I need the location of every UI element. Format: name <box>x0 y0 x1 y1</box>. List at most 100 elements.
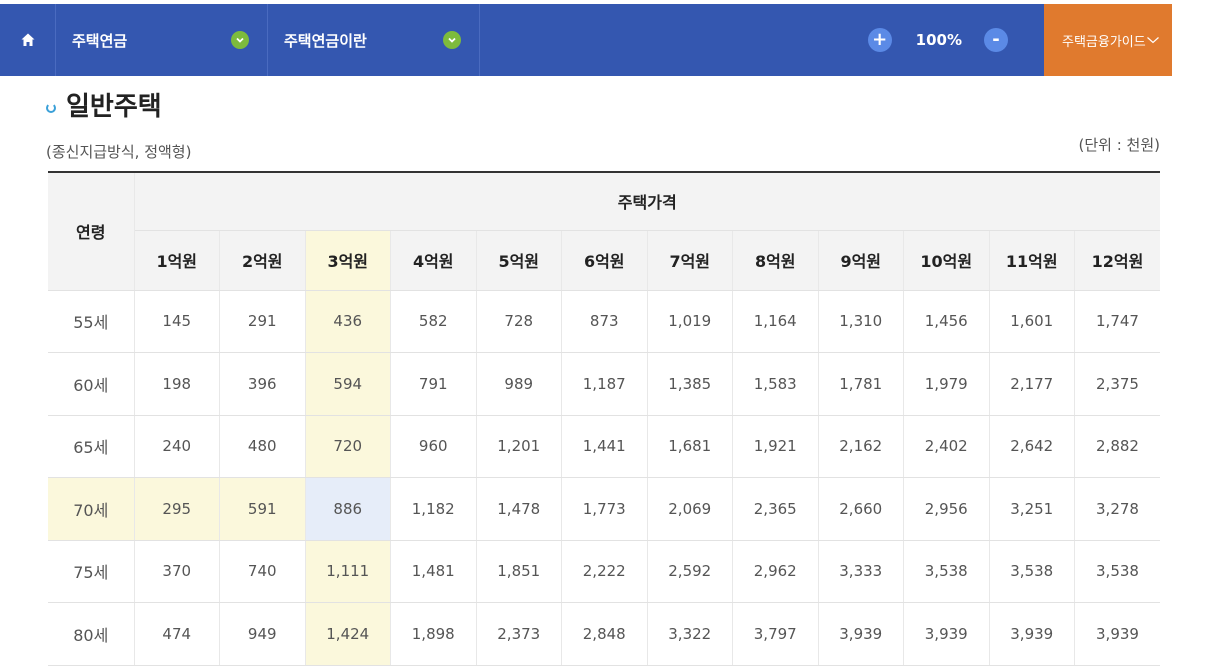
price-column-header: 4억원 <box>390 230 477 291</box>
value-cell: 1,201 <box>476 415 562 478</box>
zoom-in-button[interactable]: + <box>867 28 892 52</box>
value-cell: 594 <box>305 352 391 416</box>
value-cell: 1,851 <box>476 540 562 603</box>
table-row: 60세 198 396 594 791 989 1,187 1,385 1,583 1,781 1,… <box>48 352 1160 416</box>
value-cell: 2,222 <box>561 540 648 603</box>
value-cell: 396 <box>219 352 306 416</box>
value-cell: 3,939 <box>1074 602 1160 666</box>
value-cell: 198 <box>134 352 220 416</box>
value-cell: 480 <box>219 415 306 478</box>
age-cell: 75세 <box>48 540 135 603</box>
table-row: 65세 240 480 720 960 1,201 1,441 1,681 1,921 2,162… <box>48 415 1160 478</box>
value-cell: 2,956 <box>903 477 990 541</box>
value-cell: 2,848 <box>561 602 648 666</box>
breadcrumb-level-2[interactable]: 주택연금이란 <box>268 4 480 76</box>
value-cell: 582 <box>390 290 477 353</box>
age-cell: 80세 <box>48 602 135 666</box>
price-column-header: 5억원 <box>476 230 562 291</box>
value-cell: 1,385 <box>647 352 733 416</box>
value-cell: 3,538 <box>1074 540 1160 603</box>
value-cell: 3,251 <box>989 477 1075 541</box>
price-column-header: 12억원 <box>1074 230 1160 291</box>
zoom-control: + 100% - <box>867 4 1008 76</box>
value-cell: 240 <box>134 415 220 478</box>
zoom-level: 100% <box>915 31 962 49</box>
value-cell: 591 <box>219 477 306 541</box>
chevron-down-icon[interactable] <box>443 31 461 49</box>
value-cell: 1,781 <box>818 352 904 416</box>
value-cell: 3,939 <box>989 602 1075 666</box>
value-cell: 1,773 <box>561 477 648 541</box>
section-title-text: 일반주택 <box>66 92 162 122</box>
value-cell: 1,481 <box>390 540 477 603</box>
value-cell: 1,583 <box>732 352 819 416</box>
section-subtitle: (종신지급방식, 정액형) <box>46 143 192 161</box>
value-cell: 720 <box>305 415 391 478</box>
age-column-header: 연령 <box>48 172 135 291</box>
value-cell: 2,373 <box>476 602 562 666</box>
value-cell: 1,182 <box>390 477 477 541</box>
value-cell: 2,962 <box>732 540 819 603</box>
value-cell: 989 <box>476 352 562 416</box>
price-group-header: 주택가격 <box>134 172 1160 231</box>
table-row: 70세 295 591 886 1,182 1,478 1,773 2,069 2,365 2,6… <box>48 477 1160 541</box>
price-column-header: 7억원 <box>647 230 733 291</box>
unit-label: (단위 : 천원) <box>1078 136 1161 154</box>
home-icon <box>21 33 34 46</box>
chevron-down-icon <box>1147 37 1159 44</box>
value-cell: 3,797 <box>732 602 819 666</box>
value-cell: 1,456 <box>903 290 990 353</box>
value-cell: 2,162 <box>818 415 904 478</box>
value-cell: 873 <box>561 290 648 353</box>
chevron-down-icon[interactable] <box>231 31 249 49</box>
price-header-row: 1억원 2억원 3억원 4억원 5억원 6억원 7억원 8억원 9억원 10억원 11억원 12억원 <box>48 230 1160 291</box>
price-column-header: 6억원 <box>561 230 648 291</box>
age-cell: 65세 <box>48 415 135 478</box>
value-cell: 474 <box>134 602 220 666</box>
value-cell: 1,921 <box>732 415 819 478</box>
value-cell: 791 <box>390 352 477 416</box>
bullet-icon <box>46 102 56 113</box>
guide-label: 주택금융가이드 <box>1062 34 1146 50</box>
table-body: 55세 145 291 436 582 728 873 1,019 1,164 1,310 1,45… <box>48 290 1160 666</box>
housing-finance-guide-button[interactable]: 주택금융가이드 <box>1044 4 1172 76</box>
price-column-header: 1억원 <box>134 230 220 291</box>
value-cell: 2,069 <box>647 477 733 541</box>
value-cell: 1,019 <box>647 290 733 353</box>
value-cell: 1,187 <box>561 352 648 416</box>
value-cell: 2,592 <box>647 540 733 603</box>
price-column-header: 10억원 <box>903 230 990 291</box>
age-cell: 60세 <box>48 352 135 416</box>
table-row: 75세 370 740 1,111 1,481 1,851 2,222 2,592 2,962 3… <box>48 540 1160 603</box>
value-cell: 3,322 <box>647 602 733 666</box>
price-column-header: 9억원 <box>818 230 904 291</box>
value-cell: 370 <box>134 540 220 603</box>
value-cell: 2,375 <box>1074 352 1160 416</box>
value-cell: 1,747 <box>1074 290 1160 353</box>
value-cell: 2,660 <box>818 477 904 541</box>
value-cell: 728 <box>476 290 562 353</box>
value-cell: 1,310 <box>818 290 904 353</box>
age-cell: 55세 <box>48 290 135 353</box>
breadcrumb-level-1[interactable]: 주택연금 <box>56 4 268 76</box>
value-cell: 1,979 <box>903 352 990 416</box>
value-cell: 2,365 <box>732 477 819 541</box>
price-column-header: 3억원 <box>305 230 391 291</box>
price-column-header: 2억원 <box>219 230 306 291</box>
home-button[interactable] <box>0 4 56 76</box>
value-cell: 1,601 <box>989 290 1075 353</box>
value-cell: 1,164 <box>732 290 819 353</box>
value-cell: 295 <box>134 477 220 541</box>
value-cell: 740 <box>219 540 306 603</box>
top-navigation: 주택연금 주택연금이란 + 100% - 주택금융가이드 <box>0 4 1172 76</box>
value-cell: 2,402 <box>903 415 990 478</box>
value-cell: 2,882 <box>1074 415 1160 478</box>
value-cell: 3,278 <box>1074 477 1160 541</box>
breadcrumb-level-2-label: 주택연금이란 <box>284 31 367 50</box>
value-cell: 1,424 <box>305 602 391 666</box>
value-cell: 2,177 <box>989 352 1075 416</box>
zoom-out-button[interactable]: - <box>984 28 1008 52</box>
value-cell: 436 <box>305 290 391 353</box>
value-cell: 3,333 <box>818 540 904 603</box>
